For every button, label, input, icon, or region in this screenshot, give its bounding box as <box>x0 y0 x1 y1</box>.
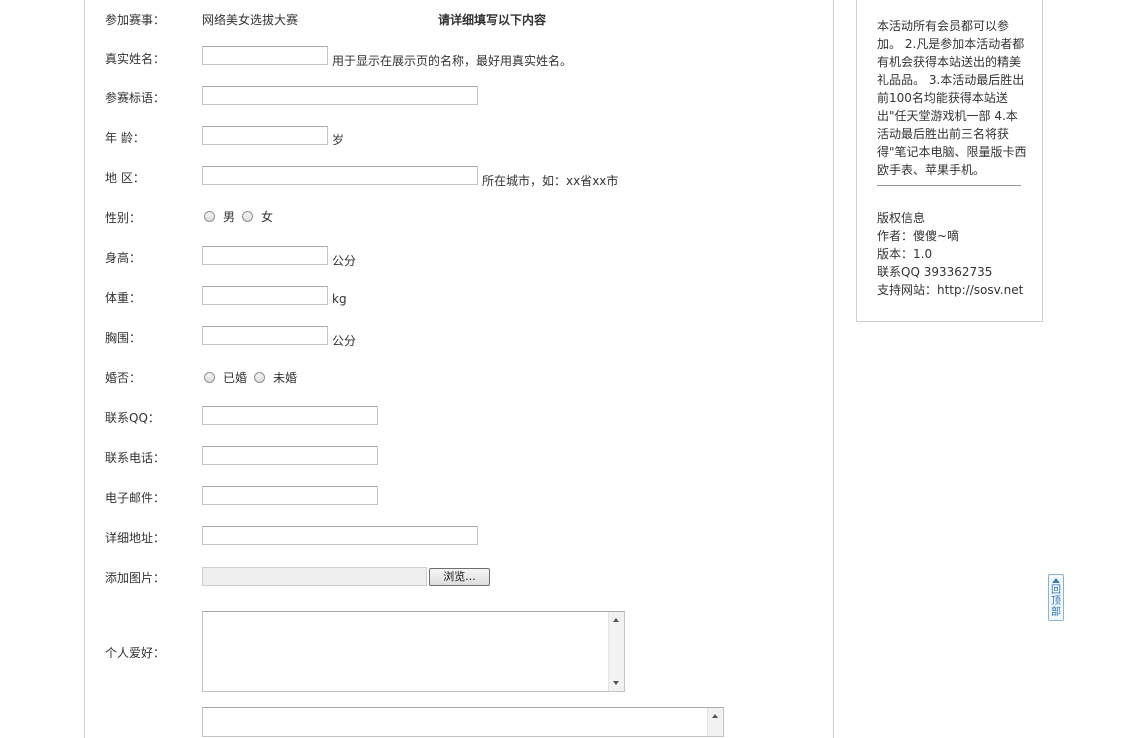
activity-notice: 本活动所有会员都可以参加。 2.凡是参加本活动者都有机会获得本站送出的精美礼品品… <box>877 19 1027 177</box>
scroll-up-icon[interactable] <box>613 618 619 622</box>
copyright-website: 支持网站：http://sosv.net <box>877 283 1024 297</box>
weight-label: 体重： <box>105 291 142 305</box>
browse-button[interactable]: 浏览... <box>429 568 490 586</box>
marital-radio-group: 已婚 未婚 <box>204 369 304 385</box>
sidebar-panel: 本活动所有会员都可以参加。 2.凡是参加本活动者都有机会获得本站送出的精美礼品品… <box>856 0 1043 322</box>
copyright-title: 版权信息 <box>877 211 926 225</box>
photo-label: 添加图片： <box>105 571 166 585</box>
gender-label: 性别： <box>105 211 142 225</box>
gender-female-label[interactable]: 女 <box>261 208 273 225</box>
hobbies-label: 个人爱好： <box>105 646 166 660</box>
contest-label: 参加赛事： <box>105 13 166 27</box>
height-unit: 公分 <box>332 254 357 268</box>
next-textarea[interactable] <box>202 707 724 737</box>
hobbies-scrollbar[interactable] <box>608 612 624 691</box>
scroll-down-icon[interactable] <box>613 681 619 685</box>
gender-male-label[interactable]: 男 <box>223 208 235 225</box>
form-title: 请详细填写以下内容 <box>438 13 547 27</box>
sidebar-divider <box>877 185 1021 186</box>
address-input[interactable] <box>202 526 478 545</box>
age-unit: 岁 <box>332 133 345 147</box>
next-textarea-scrollbar[interactable] <box>707 708 723 736</box>
region-label: 地 区： <box>105 171 145 185</box>
gender-male-radio[interactable] <box>204 210 215 222</box>
height-input[interactable] <box>202 246 328 265</box>
slogan-input[interactable] <box>202 86 478 105</box>
age-input[interactable] <box>202 126 328 145</box>
contest-value: 网络美女选拔大赛 <box>202 13 299 27</box>
arrow-up-icon <box>1052 578 1060 583</box>
marital-married-label[interactable]: 已婚 <box>223 369 247 386</box>
copyright-version: 版本：1.0 <box>877 247 933 261</box>
real-name-input[interactable] <box>202 46 328 65</box>
scroll-up-icon[interactable] <box>712 714 718 718</box>
marital-single-radio[interactable] <box>254 371 266 383</box>
weight-input[interactable] <box>202 286 328 305</box>
phone-label: 联系电话： <box>105 451 166 465</box>
real-name-label: 真实姓名： <box>105 52 166 66</box>
marital-married-radio[interactable] <box>204 371 215 383</box>
back-to-top-button[interactable]: 回顶部 <box>1048 574 1064 621</box>
real-name-hint: 用于显示在展示页的名称，最好用真实姓名。 <box>332 54 573 68</box>
address-label: 详细地址： <box>105 531 166 545</box>
qq-label: 联系QQ： <box>105 411 160 425</box>
bust-label: 胸围： <box>105 331 142 345</box>
copyright-info: 版权信息 作者：傻傻~嘀 版本：1.0 联系QQ 393362735 支持网站：… <box>877 209 1023 299</box>
height-label: 身高： <box>105 251 142 265</box>
photo-file-field[interactable] <box>202 567 427 586</box>
weight-unit: kg <box>332 292 347 306</box>
email-input[interactable] <box>202 486 378 505</box>
phone-input[interactable] <box>202 446 378 465</box>
age-label: 年 龄： <box>105 131 145 145</box>
region-hint: 所在城市，如：xx省xx市 <box>482 174 619 188</box>
copyright-author: 作者：傻傻~嘀 <box>877 229 960 243</box>
bust-input[interactable] <box>202 326 328 345</box>
gender-female-radio[interactable] <box>242 210 254 222</box>
marital-label: 婚否： <box>105 371 142 385</box>
bust-unit: 公分 <box>332 334 357 348</box>
back-to-top-label: 回顶部 <box>1051 585 1061 618</box>
gender-radio-group: 男 女 <box>204 208 280 224</box>
slogan-label: 参赛标语： <box>105 91 166 105</box>
marital-single-label[interactable]: 未婚 <box>273 369 297 386</box>
email-label: 电子邮件： <box>105 491 166 505</box>
copyright-qq: 联系QQ 393362735 <box>877 265 993 279</box>
hobbies-textarea[interactable] <box>202 611 625 692</box>
region-input[interactable] <box>202 166 478 185</box>
qq-input[interactable] <box>202 406 378 425</box>
